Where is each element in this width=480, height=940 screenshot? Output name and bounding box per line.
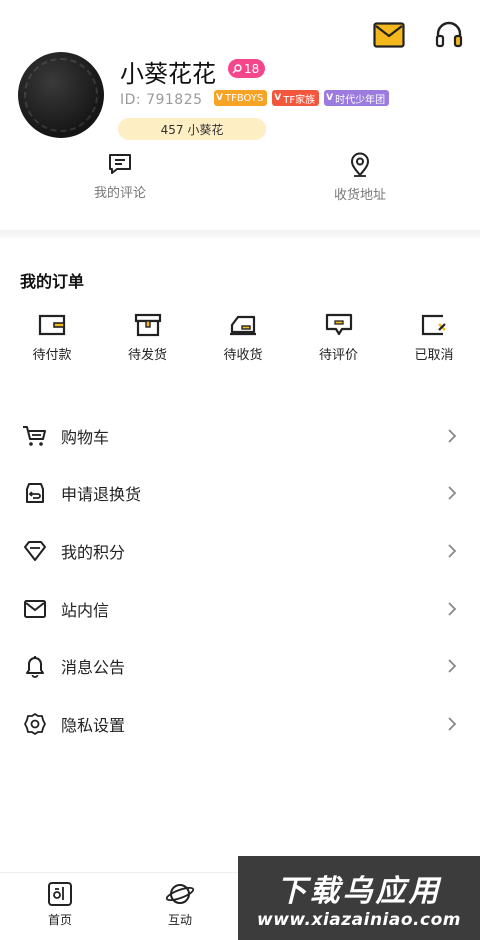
chevron-right-icon <box>448 486 457 501</box>
verified-icon: V <box>274 93 282 103</box>
my-comments-label: 我的评论 <box>93 186 146 201</box>
location-icon <box>350 152 370 177</box>
user-name: 小葵花花 <box>120 60 216 88</box>
order-pending-receipt[interactable]: 待收货 <box>217 312 269 363</box>
top-actions <box>372 18 466 52</box>
home-icon <box>48 882 72 906</box>
box-icon <box>134 313 161 337</box>
chevron-right-icon <box>448 601 457 616</box>
cancel-icon <box>421 314 446 336</box>
shipping-address-label: 收货地址 <box>333 188 386 203</box>
verified-icon: V <box>216 93 223 103</box>
return-icon <box>22 480 48 506</box>
menu-item-return[interactable]: 申请退换货 <box>0 465 480 523</box>
order-pending-review[interactable]: 待评价 <box>313 312 365 363</box>
level-badge: 18 <box>228 59 266 78</box>
diamond-icon <box>22 538 48 564</box>
menu-item-announcements[interactable]: 消息公告 <box>0 637 480 695</box>
chevron-right-icon <box>448 544 457 558</box>
shipping-address-link[interactable]: 收货地址 <box>240 152 480 212</box>
tag-teens-in-times: V 时代少年团 <box>324 90 390 106</box>
my-comments-link[interactable]: 我的评论 <box>0 152 240 212</box>
bell-icon <box>22 653 48 679</box>
quick-links: 我的评论 收货地址 <box>0 152 480 212</box>
settings-icon <box>22 711 48 737</box>
review-icon <box>325 313 352 336</box>
truck-icon <box>230 315 256 336</box>
chevron-right-icon <box>448 717 457 731</box>
comment-icon <box>109 154 131 174</box>
tab-interact[interactable]: 互动 <box>150 881 210 928</box>
orders-title: 我的订单 <box>20 272 85 291</box>
profile-card: 小葵花花 18 ID: 791825 V TFBOYS V TF家族 V 时代少… <box>18 50 480 150</box>
user-id: ID: 791825 <box>120 92 203 108</box>
verified-icon: V <box>326 93 334 103</box>
watermark-title: 下载乌应用 <box>276 874 442 909</box>
mail-icon[interactable] <box>372 18 406 52</box>
level-icon <box>232 63 242 73</box>
watermark: 下载乌应用 www.xiazainiao.com <box>238 856 480 940</box>
order-status-row: 待付款 待发货 待收货 待评价 已取消 <box>0 312 480 363</box>
level-value: 18 <box>244 61 260 76</box>
avatar[interactable] <box>18 52 104 138</box>
menu-item-cart[interactable]: 购物车 <box>0 407 480 465</box>
order-pending-shipment[interactable]: 待发货 <box>122 312 174 363</box>
planet-icon <box>165 884 195 904</box>
chevron-right-icon <box>448 429 457 443</box>
order-cancelled[interactable]: 已取消 <box>408 312 460 363</box>
group-tags: V TFBOYS V TF家族 V 时代少年团 <box>214 90 390 106</box>
envelope-icon <box>22 596 48 622</box>
tag-tf-family: V TF家族 <box>272 90 320 106</box>
tab-home[interactable]: 首页 <box>30 881 90 928</box>
menu-item-points[interactable]: 我的积分 <box>0 522 480 580</box>
order-pending-payment[interactable]: 待付款 <box>26 312 78 363</box>
headset-icon[interactable] <box>432 18 466 52</box>
menu-item-inbox[interactable]: 站内信 <box>0 580 480 638</box>
cart-icon <box>22 423 48 449</box>
fans-badge[interactable]: 457 小葵花 <box>118 118 266 140</box>
watermark-url: www.xiazainiao.com <box>257 910 461 930</box>
wallet-icon <box>38 314 66 336</box>
tag-tfboys: V TFBOYS <box>214 90 268 106</box>
settings-menu: 购物车 申请退换货 我的积分 站内信 消息公告 隐私设置 <box>0 407 480 753</box>
chevron-right-icon <box>448 659 457 673</box>
menu-item-privacy[interactable]: 隐私设置 <box>0 695 480 753</box>
section-divider <box>0 230 480 238</box>
